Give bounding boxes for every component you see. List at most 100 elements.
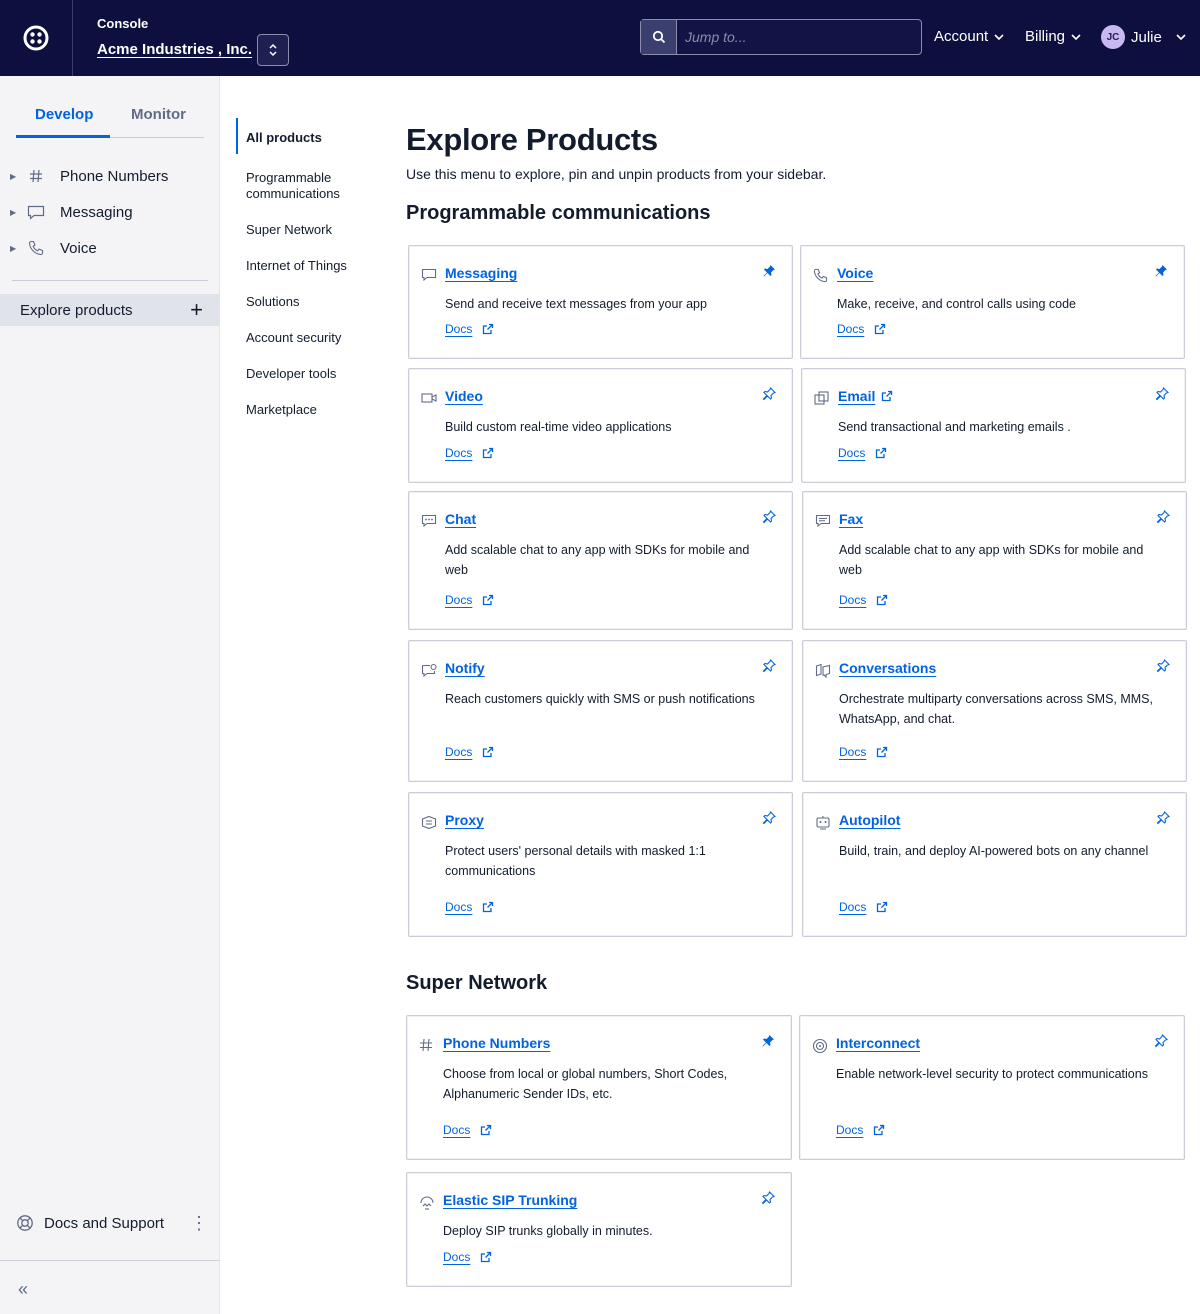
external-link-icon [480, 1251, 492, 1263]
external-link-icon [482, 323, 494, 335]
pin-icon[interactable] [1156, 658, 1171, 673]
docs-link[interactable]: Docs [443, 1123, 492, 1137]
product-title-link[interactable]: Interconnect [836, 1035, 920, 1051]
category-marketplace[interactable]: Marketplace [246, 402, 386, 418]
tab-monitor[interactable]: Monitor [131, 106, 186, 123]
product-description: Add scalable chat to any app with SDKs f… [839, 543, 1144, 577]
docs-link[interactable]: Docs [836, 1123, 885, 1137]
pin-icon[interactable] [1155, 386, 1170, 401]
docs-link[interactable]: Docs [445, 446, 494, 460]
docs-link-label: Docs [839, 593, 867, 607]
product-title-link[interactable]: Autopilot [839, 812, 900, 828]
category-account-security[interactable]: Account security [246, 330, 386, 346]
product-description: Reach customers quickly with SMS or push… [445, 692, 755, 706]
plus-icon[interactable]: + [190, 299, 203, 321]
product-title-link[interactable]: Messaging [445, 265, 517, 281]
product-title-link[interactable]: Video [445, 388, 483, 404]
billing-menu[interactable]: Billing [1025, 28, 1081, 45]
console-label: Console [97, 16, 149, 31]
docs-link[interactable]: Docs [839, 593, 888, 607]
docs-link[interactable]: Docs [839, 900, 888, 914]
chevron-down-icon [994, 33, 1004, 40]
pin-icon[interactable] [1156, 810, 1171, 825]
docs-link-label: Docs [443, 1123, 471, 1137]
docs-link[interactable]: Docs [838, 446, 887, 460]
docs-and-support[interactable]: Docs and Support ⋮ [16, 1210, 208, 1236]
product-title-link[interactable]: Voice [837, 265, 873, 281]
pin-icon[interactable] [762, 810, 777, 825]
product-title-link[interactable]: Phone Numbers [443, 1035, 550, 1051]
account-switcher-button[interactable] [257, 34, 289, 66]
pin-icon[interactable] [762, 386, 777, 401]
product-description: Orchestrate multiparty conversations acr… [839, 692, 1153, 726]
tab-develop[interactable]: Develop [35, 106, 93, 123]
chevron-down-icon [1176, 34, 1186, 40]
product-title-link[interactable]: Chat [445, 511, 476, 527]
docs-link[interactable]: Docs [837, 322, 886, 336]
account-menu[interactable]: Account [934, 28, 1004, 45]
docs-link[interactable]: Docs [443, 1250, 492, 1264]
pinned-icon[interactable] [1154, 264, 1168, 278]
product-title: Email [838, 388, 876, 404]
section-title-programmable-communications: Programmable communications [406, 202, 711, 224]
sidebar-explore-products[interactable]: Explore products + [0, 294, 219, 326]
account-menu-label: Account [934, 28, 989, 45]
docs-link[interactable]: Docs [839, 745, 888, 759]
docs-link[interactable]: Docs [445, 745, 494, 759]
docs-link-label: Docs [445, 593, 473, 607]
twilio-logo[interactable] [0, 0, 73, 76]
product-title: Autopilot [839, 812, 901, 828]
billing-menu-label: Billing [1025, 28, 1066, 45]
pin-icon[interactable] [1154, 1033, 1169, 1048]
account-name-link[interactable]: Acme Industries , Inc. [97, 41, 252, 58]
pin-icon[interactable] [762, 509, 777, 524]
product-description: Enable network-level security to protect… [836, 1067, 1148, 1081]
collapse-sidebar-icon[interactable]: « [18, 1279, 28, 1300]
docs-link[interactable]: Docs [445, 322, 494, 336]
docs-link[interactable]: Docs [445, 593, 494, 607]
product-title: Voice [837, 265, 874, 281]
pin-icon[interactable] [1156, 509, 1171, 524]
kebab-menu-icon[interactable]: ⋮ [190, 1214, 208, 1232]
product-title-link[interactable]: Elastic SIP Trunking [443, 1192, 577, 1208]
page-subtitle: Use this menu to explore, pin and unpin … [406, 166, 827, 182]
product-title: Fax [839, 511, 864, 527]
pin-icon[interactable] [762, 658, 777, 673]
product-description: Add scalable chat to any app with SDKs f… [445, 543, 750, 577]
search-button[interactable] [641, 20, 677, 54]
pinned-icon[interactable] [761, 1034, 775, 1048]
sidebar-item-voice[interactable]: ▶ Voice [10, 236, 210, 260]
pinned-icon[interactable] [762, 264, 776, 278]
pin-icon[interactable] [761, 1190, 776, 1205]
product-title-link[interactable]: Notify [445, 660, 485, 676]
docs-link-label: Docs [445, 900, 473, 914]
docs-link[interactable]: Docs [445, 900, 494, 914]
category-developer-tools[interactable]: Developer tools [246, 366, 386, 382]
sidebar-item-messaging[interactable]: ▶ Messaging [10, 200, 210, 224]
category-all-products[interactable]: All products [246, 130, 386, 146]
product-title-link[interactable]: Email [838, 388, 893, 405]
sidebar-item-label: Messaging [60, 203, 133, 221]
category-super-network[interactable]: Super Network [246, 222, 386, 238]
product-title-link[interactable]: Conversations [839, 660, 936, 676]
external-link-icon [876, 594, 888, 606]
docs-link-label: Docs [839, 745, 867, 759]
external-link-icon [482, 746, 494, 758]
caret-right-icon: ▶ [10, 207, 17, 217]
category-internet-of-things[interactable]: Internet of Things [246, 258, 386, 274]
product-title: Proxy [445, 812, 484, 828]
autopilot-icon [815, 815, 831, 831]
category-programmable-communications[interactable]: Programmable communications [246, 170, 386, 202]
sidebar-item-phone-numbers[interactable]: ▶ Phone Numbers [10, 164, 210, 188]
search-input[interactable] [677, 20, 921, 54]
avatar: JC [1101, 25, 1125, 49]
external-link-icon [875, 447, 887, 459]
product-title-link[interactable]: Proxy [445, 812, 484, 828]
category-solutions[interactable]: Solutions [246, 294, 386, 310]
user-menu[interactable]: JC Julie [1101, 25, 1186, 49]
product-title-link[interactable]: Fax [839, 511, 863, 527]
notify-icon [421, 663, 437, 679]
product-title: Chat [445, 511, 477, 527]
active-category-indicator [236, 118, 238, 154]
product-card-conversations: Conversations Orchestrate multiparty conv… [802, 640, 1187, 782]
